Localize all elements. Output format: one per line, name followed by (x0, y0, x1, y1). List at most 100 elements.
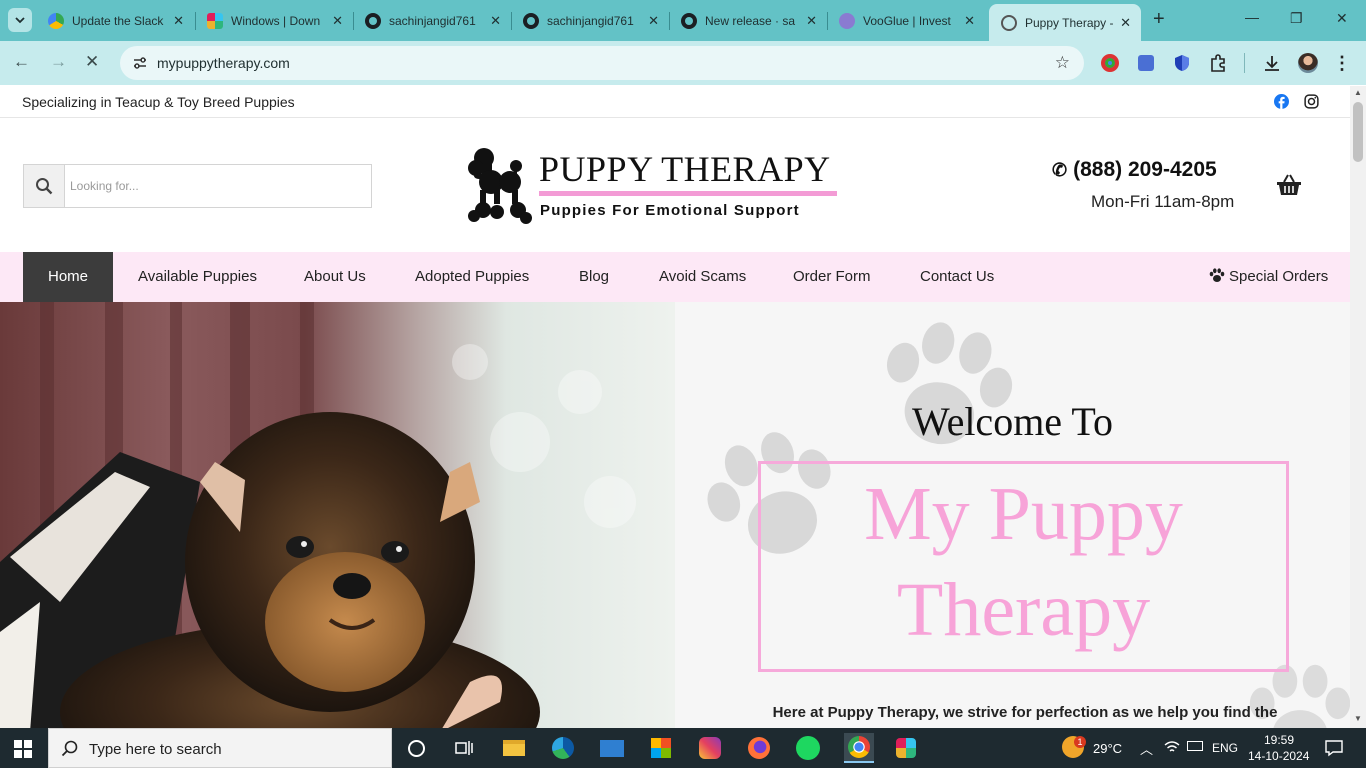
webpage: Specializing in Teacup & Toy Breed Puppi… (0, 86, 1350, 728)
site-top-bar: Specializing in Teacup & Toy Breed Puppi… (0, 86, 1350, 118)
nav-contact-us[interactable]: Contact Us (920, 252, 994, 302)
close-tab-icon[interactable]: ✕ (173, 13, 184, 29)
wifi-icon[interactable] (1164, 740, 1180, 759)
clock-date[interactable]: 14-10-2024 (1248, 749, 1309, 763)
site-logo[interactable]: PUPPY THERAPY Puppies For Emotional Supp… (466, 146, 846, 228)
mail-icon[interactable] (599, 735, 625, 761)
browser-menu-icon[interactable]: ⋮ (1332, 53, 1352, 73)
instagram-icon[interactable] (1304, 94, 1319, 114)
close-tab-icon[interactable]: ✕ (964, 13, 975, 29)
minimize-icon[interactable]: — (1245, 9, 1259, 25)
nav-about-us[interactable]: About Us (304, 252, 366, 302)
new-tab-icon[interactable]: + (1153, 8, 1165, 31)
forward-icon[interactable]: → (50, 52, 67, 72)
download-icon[interactable] (1262, 53, 1282, 73)
hero-intro-text: Here at Puppy Therapy, we strive for per… (772, 704, 1278, 721)
clock-time[interactable]: 19:59 (1264, 733, 1294, 747)
address-bar[interactable]: mypuppytherapy.com ☆ (120, 46, 1084, 80)
shield-extension-icon[interactable] (1172, 53, 1192, 73)
site-header: PUPPY THERAPY Puppies For Emotional Supp… (0, 118, 1350, 252)
site-search (23, 164, 372, 208)
site-info-icon[interactable] (132, 55, 148, 76)
close-tab-icon[interactable]: ✕ (1120, 15, 1131, 31)
browser-tab[interactable]: sachinjangid761 ✕ (511, 6, 669, 35)
restore-icon[interactable]: ❐ (1290, 10, 1303, 27)
close-tab-icon[interactable]: ✕ (332, 13, 343, 29)
translate-extension-icon[interactable] (1136, 53, 1156, 73)
battery-icon[interactable] (1187, 741, 1203, 751)
close-tab-icon[interactable]: ✕ (648, 13, 659, 29)
browser-tab[interactable]: Windows | Down ✕ (195, 6, 353, 35)
edge-icon[interactable] (550, 735, 576, 761)
slack-app-icon[interactable] (893, 735, 919, 761)
chrome-taskbar-icon[interactable] (844, 733, 874, 763)
nav-adopted-puppies[interactable]: Adopted Puppies (415, 252, 529, 302)
nav-special-orders[interactable]: Special Orders (1209, 252, 1328, 302)
phone-number[interactable]: ✆ (888) 209-4205 (1052, 158, 1217, 182)
firefox-icon[interactable] (746, 735, 772, 761)
close-tab-icon[interactable]: ✕ (490, 13, 501, 29)
cortana-icon[interactable] (403, 735, 429, 761)
language-indicator[interactable]: ENG (1212, 741, 1238, 755)
stop-loading-icon[interactable]: ✕ (85, 52, 99, 72)
chrome-extension-icon[interactable] (1100, 53, 1120, 73)
nav-order-form[interactable]: Order Form (793, 252, 871, 302)
facebook-icon[interactable] (1274, 94, 1289, 114)
nav-available-puppies[interactable]: Available Puppies (138, 252, 257, 302)
welcome-heading: Welcome To (912, 399, 1113, 444)
browser-tab[interactable]: sachinjangid761 ✕ (353, 6, 511, 35)
hero-title-line1: My Puppy (864, 472, 1183, 556)
slack-icon (207, 12, 223, 29)
taskbar-search-box[interactable]: Type here to search (48, 728, 392, 768)
search-input[interactable] (70, 175, 360, 197)
site-tagline: Specializing in Teacup & Toy Breed Puppi… (22, 94, 295, 110)
chevron-down-icon (15, 17, 25, 24)
logo-subtitle: Puppies For Emotional Support (540, 202, 800, 219)
close-tab-icon[interactable]: ✕ (806, 13, 817, 29)
extensions-puzzle-icon[interactable] (1208, 53, 1228, 73)
chevron-up-icon[interactable]: ︿ (1140, 739, 1153, 758)
task-view-icon[interactable] (451, 735, 477, 761)
nav-blog[interactable]: Blog (579, 252, 609, 302)
scroll-down-icon[interactable]: ▼ (1354, 714, 1362, 723)
store-icon[interactable] (648, 735, 674, 761)
windows-taskbar: Type here to search 1 29°C ︿ ENG 19:59 1… (0, 728, 1366, 768)
close-window-icon[interactable]: ✕ (1336, 10, 1348, 27)
search-icon (61, 740, 78, 757)
windows-start-icon[interactable] (14, 740, 32, 763)
instagram-app-icon[interactable] (697, 735, 723, 761)
browser-tab-strip: Update the Slack ✕ Windows | Down ✕ sach… (0, 0, 1366, 41)
browser-tab[interactable]: New release · sa ✕ (669, 6, 827, 35)
tab-search-button[interactable] (8, 8, 32, 32)
weather-badge: 1 (1074, 736, 1086, 748)
site-favicon-icon (1001, 14, 1017, 31)
weather-temperature[interactable]: 29°C (1093, 741, 1122, 756)
scroll-up-icon[interactable]: ▲ (1354, 88, 1362, 97)
logo-accent-bar (539, 191, 837, 196)
hero-welcome-panel: Welcome To My Puppy Therapy Here at Pupp… (675, 302, 1350, 728)
github-icon (523, 12, 539, 29)
notifications-icon[interactable] (1325, 739, 1343, 762)
spotify-icon[interactable] (795, 735, 821, 761)
business-hours: Mon-Fri 11am-8pm (1091, 192, 1235, 211)
cart-basket-icon[interactable] (1276, 174, 1302, 201)
browser-tab-active[interactable]: Puppy Therapy - ✕ (989, 4, 1141, 41)
browser-tab[interactable]: Update the Slack ✕ (36, 6, 194, 35)
nav-avoid-scams[interactable]: Avoid Scams (659, 252, 746, 302)
paw-icon (1209, 268, 1225, 282)
bookmark-star-icon[interactable]: ☆ (1055, 53, 1070, 73)
google-drive-icon (48, 12, 64, 29)
nav-home[interactable]: Home (23, 252, 113, 302)
phone-icon: ✆ (1052, 160, 1068, 180)
main-navigation: Home Available Puppies About Us Adopted … (0, 252, 1350, 302)
profile-avatar[interactable] (1298, 53, 1318, 73)
file-explorer-icon[interactable] (501, 735, 527, 761)
github-icon (681, 12, 697, 29)
page-scrollbar[interactable]: ▲ ▼ (1350, 86, 1366, 728)
search-button[interactable] (24, 165, 65, 207)
back-icon[interactable]: ← (13, 52, 30, 72)
search-icon (36, 178, 53, 195)
github-icon (365, 12, 381, 29)
scrollbar-thumb[interactable] (1353, 102, 1363, 162)
browser-tab[interactable]: VooGlue | Invest ✕ (827, 6, 985, 35)
